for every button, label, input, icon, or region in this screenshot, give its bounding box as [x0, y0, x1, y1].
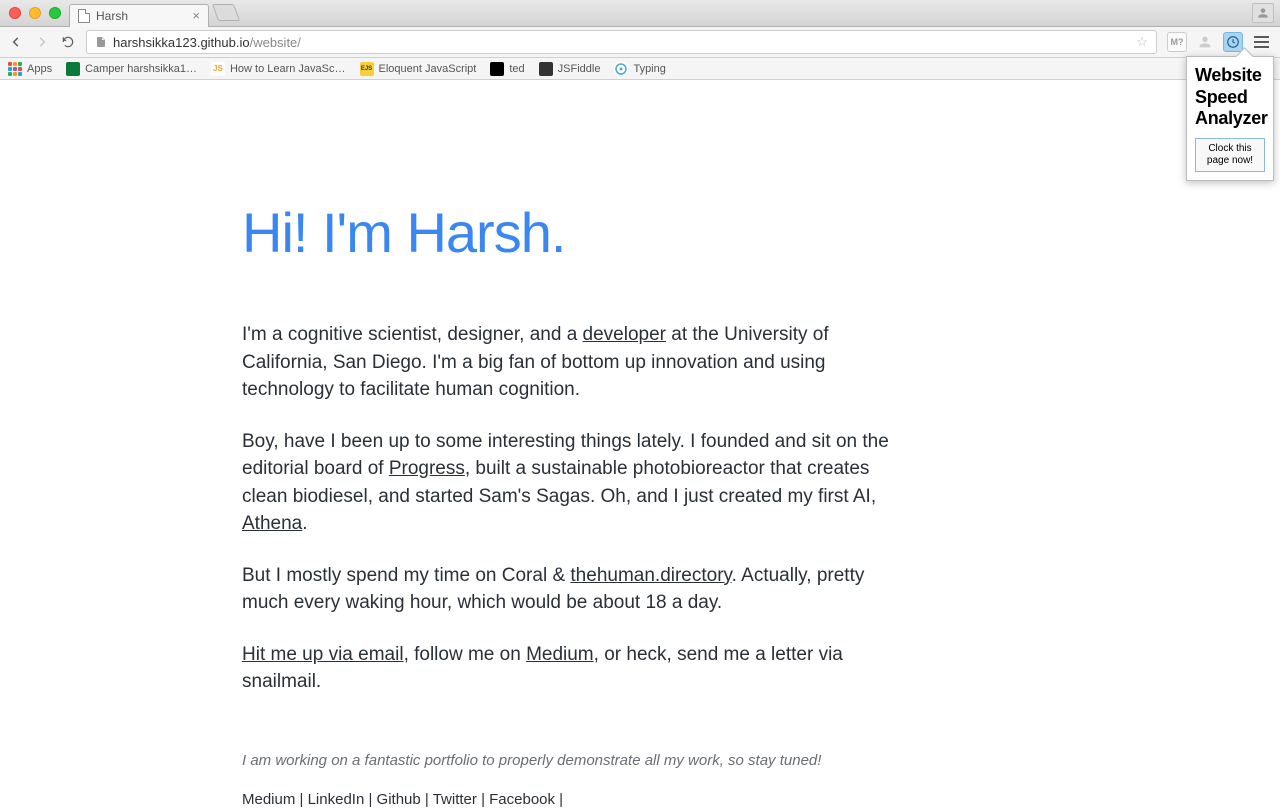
progress-link[interactable]: Progress: [389, 458, 465, 479]
clock-page-button[interactable]: Clock this page now!: [1195, 138, 1265, 172]
forward-button[interactable]: [34, 34, 50, 50]
bookmark-favicon: EJS: [360, 62, 374, 76]
bookmark-favicon: [614, 62, 628, 76]
intro-paragraph-1: I'm a cognitive scientist, designer, and…: [242, 321, 892, 404]
address-bar[interactable]: harshsikka123.github.io/website/ ☆: [86, 30, 1157, 54]
portfolio-note: I am working on a fantastic portfolio to…: [242, 752, 892, 769]
bookmark-label: Camper harshsikka1…: [85, 63, 197, 75]
profile-button[interactable]: [1252, 3, 1274, 23]
bookmark-camper[interactable]: Camper harshsikka1…: [66, 62, 197, 76]
bookmark-star-icon[interactable]: ☆: [1136, 34, 1148, 50]
browser-tab[interactable]: Harsh ×: [69, 4, 209, 27]
new-tab-button[interactable]: [212, 4, 240, 21]
page-icon: [78, 9, 90, 23]
thehuman-directory-link[interactable]: thehuman.directory: [570, 565, 731, 586]
extension-speed-analyzer-icon[interactable]: [1223, 32, 1243, 52]
browser-toolbar: harshsikka123.github.io/website/ ☆ M?: [0, 27, 1280, 58]
back-button[interactable]: [8, 34, 24, 50]
extension-m7-icon[interactable]: M?: [1167, 32, 1187, 52]
bookmark-label: Typing: [633, 63, 665, 75]
intro-paragraph-2: Boy, have I been up to some interesting …: [242, 428, 892, 538]
bookmark-typing[interactable]: Typing: [614, 62, 665, 76]
bookmark-favicon: JS: [211, 62, 225, 76]
popup-title: Website Speed Analyzer: [1195, 65, 1265, 130]
email-link[interactable]: Hit me up via email: [242, 644, 404, 665]
bookmark-label: ted: [509, 63, 524, 75]
intro-paragraph-4: Hit me up via email, follow me on Medium…: [242, 641, 892, 696]
bookmark-favicon: [490, 62, 504, 76]
bookmark-label: How to Learn JavaSc…: [230, 63, 346, 75]
chrome-menu-button[interactable]: [1251, 33, 1272, 51]
bookmarks-bar: Apps Camper harshsikka1… JS How to Learn…: [0, 58, 1280, 80]
page-info-icon: [95, 35, 107, 49]
bookmark-learn-js[interactable]: JS How to Learn JavaSc…: [211, 62, 346, 76]
bookmark-label: JSFiddle: [558, 63, 601, 75]
athena-link[interactable]: Athena: [242, 513, 302, 534]
bookmark-eloquent-js[interactable]: EJS Eloquent JavaScript: [360, 62, 477, 76]
medium-follow-link[interactable]: Medium: [526, 644, 594, 665]
extension-person-icon[interactable]: [1195, 32, 1215, 52]
page-content: Hi! I'm Harsh. I'm a cognitive scientist…: [0, 80, 1280, 808]
tab-strip: Harsh ×: [69, 0, 237, 27]
page-headline: Hi! I'm Harsh.: [242, 200, 892, 265]
extension-popup: Website Speed Analyzer Clock this page n…: [1186, 56, 1274, 181]
bookmark-jsfiddle[interactable]: JSFiddle: [539, 62, 601, 76]
apps-icon: [8, 62, 22, 76]
close-tab-icon[interactable]: ×: [192, 8, 200, 23]
intro-paragraph-3: But I mostly spend my time on Coral & th…: [242, 562, 892, 617]
close-window-button[interactable]: [9, 7, 21, 19]
window-titlebar: Harsh ×: [0, 0, 1280, 27]
maximize-window-button[interactable]: [49, 7, 61, 19]
extension-icons: M?: [1167, 32, 1272, 52]
bookmark-ted[interactable]: ted: [490, 62, 524, 76]
traffic-lights: [0, 7, 61, 19]
tab-title: Harsh: [96, 9, 128, 23]
url-path: /website/: [250, 35, 301, 50]
minimize-window-button[interactable]: [29, 7, 41, 19]
developer-link[interactable]: developer: [583, 324, 666, 345]
bookmark-apps[interactable]: Apps: [8, 62, 52, 76]
bookmark-label: Eloquent JavaScript: [379, 63, 477, 75]
url-host: harshsikka123.github.io: [113, 35, 250, 50]
reload-button[interactable]: [60, 34, 76, 50]
bookmark-favicon: [66, 62, 80, 76]
bookmark-favicon: [539, 62, 553, 76]
bookmark-label: Apps: [27, 63, 52, 75]
